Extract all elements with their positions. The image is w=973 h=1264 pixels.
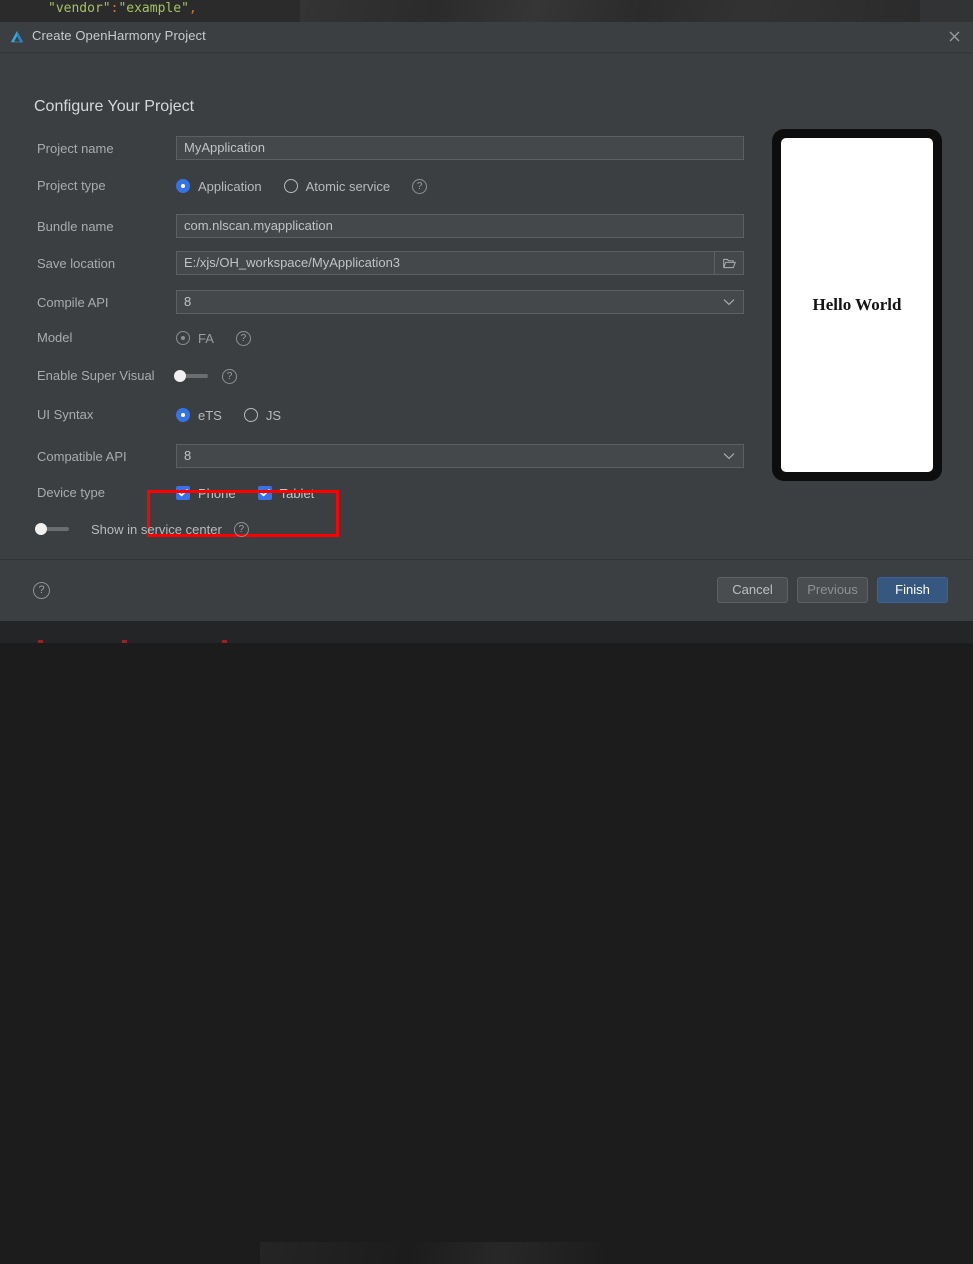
- radio-ets-label: eTS: [198, 407, 222, 423]
- compatible-api-value: 8: [184, 448, 192, 463]
- radio-fa-label: FA: [198, 330, 214, 346]
- background-bottom-texture: [260, 1242, 760, 1264]
- code-token-key: "vendor": [48, 1, 111, 16]
- toggle-knob: [174, 370, 186, 382]
- row-show-in-service-center: Show in service center ?: [0, 516, 973, 542]
- checkbox-tablet-label: Tablet: [279, 485, 315, 501]
- radio-js-dot: [243, 408, 258, 422]
- save-location-label: Save location: [37, 256, 116, 271]
- deveco-triangle-icon: [9, 29, 25, 45]
- preview-hello-world-text: Hello World: [812, 295, 902, 314]
- radio-js[interactable]: JS: [243, 407, 282, 423]
- model-help-icon[interactable]: ?: [235, 330, 251, 346]
- radio-atomic-service-label: Atomic service: [305, 178, 391, 194]
- create-project-dialog: Create OpenHarmony Project Configure You…: [0, 22, 973, 621]
- row-device-type: Device type Phone Tablet: [0, 480, 973, 506]
- code-token-comma: ,: [188, 1, 197, 16]
- radio-ets-dot: [176, 408, 190, 422]
- compatible-api-label: Compatible API: [37, 449, 127, 464]
- checkbox-phone-box: [176, 486, 190, 500]
- enable-super-visual-label: Enable Super Visual: [37, 368, 155, 383]
- folder-icon[interactable]: [714, 252, 743, 274]
- background-texture: [300, 0, 920, 22]
- app-root: "vendor":"example", Create OpenHarmony P…: [0, 0, 973, 1264]
- ui-syntax-label: UI Syntax: [37, 407, 94, 422]
- show-in-service-center-help-icon[interactable]: ?: [233, 521, 249, 537]
- device-type-checkbox-group: Phone Tablet: [176, 480, 336, 506]
- show-in-service-center-label: Show in service center: [91, 521, 222, 537]
- device-preview-screen: Hello World: [781, 138, 933, 472]
- radio-fa-dot: [176, 331, 190, 345]
- dialog-titlebar: Create OpenHarmony Project: [0, 22, 973, 53]
- radio-fa[interactable]: FA: [176, 331, 214, 346]
- project-type-radio-group: Application Atomic service ?: [176, 173, 428, 199]
- save-location-value: E:/xjs/OH_workspace/MyApplication3: [184, 255, 401, 270]
- model-label: Model: [37, 330, 73, 345]
- enable-super-visual-controls: ?: [174, 363, 237, 389]
- ui-syntax-radio-group: eTS JS: [176, 402, 303, 428]
- radio-application[interactable]: Application: [176, 179, 262, 194]
- bundle-name-input[interactable]: com.nlscan.myapplication: [176, 214, 744, 238]
- radio-atomic-service[interactable]: Atomic service: [283, 178, 391, 194]
- dialog-title: Create OpenHarmony Project: [32, 28, 206, 43]
- cancel-button[interactable]: Cancel: [717, 577, 788, 603]
- background-code-line: "vendor":"example",: [48, 1, 197, 16]
- checkbox-tablet-box: [257, 486, 272, 500]
- show-in-service-center-controls: Show in service center ?: [35, 516, 249, 542]
- enable-super-visual-toggle[interactable]: [174, 370, 208, 382]
- compatible-api-combobox[interactable]: 8: [176, 444, 744, 468]
- toggle-knob: [35, 523, 47, 535]
- finish-button[interactable]: Finish: [877, 577, 948, 603]
- enable-super-visual-help-icon[interactable]: ?: [222, 368, 237, 384]
- checkbox-tablet[interactable]: Tablet: [257, 485, 315, 501]
- radio-application-label: Application: [198, 178, 262, 194]
- project-name-input[interactable]: MyApplication: [176, 136, 744, 160]
- page-title: Configure Your Project: [34, 98, 195, 115]
- background-editor-strip: "vendor":"example",: [0, 0, 973, 22]
- chevron-down-icon[interactable]: [723, 291, 735, 313]
- checkbox-phone[interactable]: Phone: [176, 486, 236, 501]
- dialog-body: Configure Your Project Project name MyAp…: [0, 53, 973, 591]
- device-type-label: Device type: [37, 485, 105, 500]
- bundle-name-label: Bundle name: [37, 219, 114, 234]
- save-location-input[interactable]: E:/xjs/OH_workspace/MyApplication3: [176, 251, 744, 275]
- background-editor-right-pane: [920, 0, 973, 22]
- radio-atomic-service-dot: [283, 179, 298, 193]
- compile-api-combobox[interactable]: 8: [176, 290, 744, 314]
- radio-ets[interactable]: eTS: [176, 408, 222, 423]
- close-icon[interactable]: [943, 27, 965, 47]
- checkbox-phone-label: Phone: [198, 485, 236, 501]
- compile-api-label: Compile API: [37, 295, 109, 310]
- project-type-help-icon[interactable]: ?: [412, 178, 428, 194]
- chevron-down-icon[interactable]: [723, 445, 735, 467]
- code-token-value: "example": [118, 1, 189, 16]
- project-type-label: Project type: [37, 178, 106, 193]
- device-preview: Hello World: [772, 129, 942, 481]
- footer-help-icon[interactable]: ?: [33, 582, 50, 599]
- radio-application-dot: [176, 179, 190, 193]
- compile-api-value: 8: [184, 294, 192, 309]
- model-radio-group: FA ?: [176, 325, 251, 351]
- radio-js-label: JS: [265, 407, 282, 423]
- previous-button[interactable]: Previous: [797, 577, 868, 603]
- project-name-label: Project name: [37, 141, 114, 156]
- background-bottom-strip: [0, 621, 973, 1264]
- show-in-service-center-toggle[interactable]: [35, 523, 69, 535]
- dialog-footer: ? Cancel Previous Finish: [0, 559, 973, 621]
